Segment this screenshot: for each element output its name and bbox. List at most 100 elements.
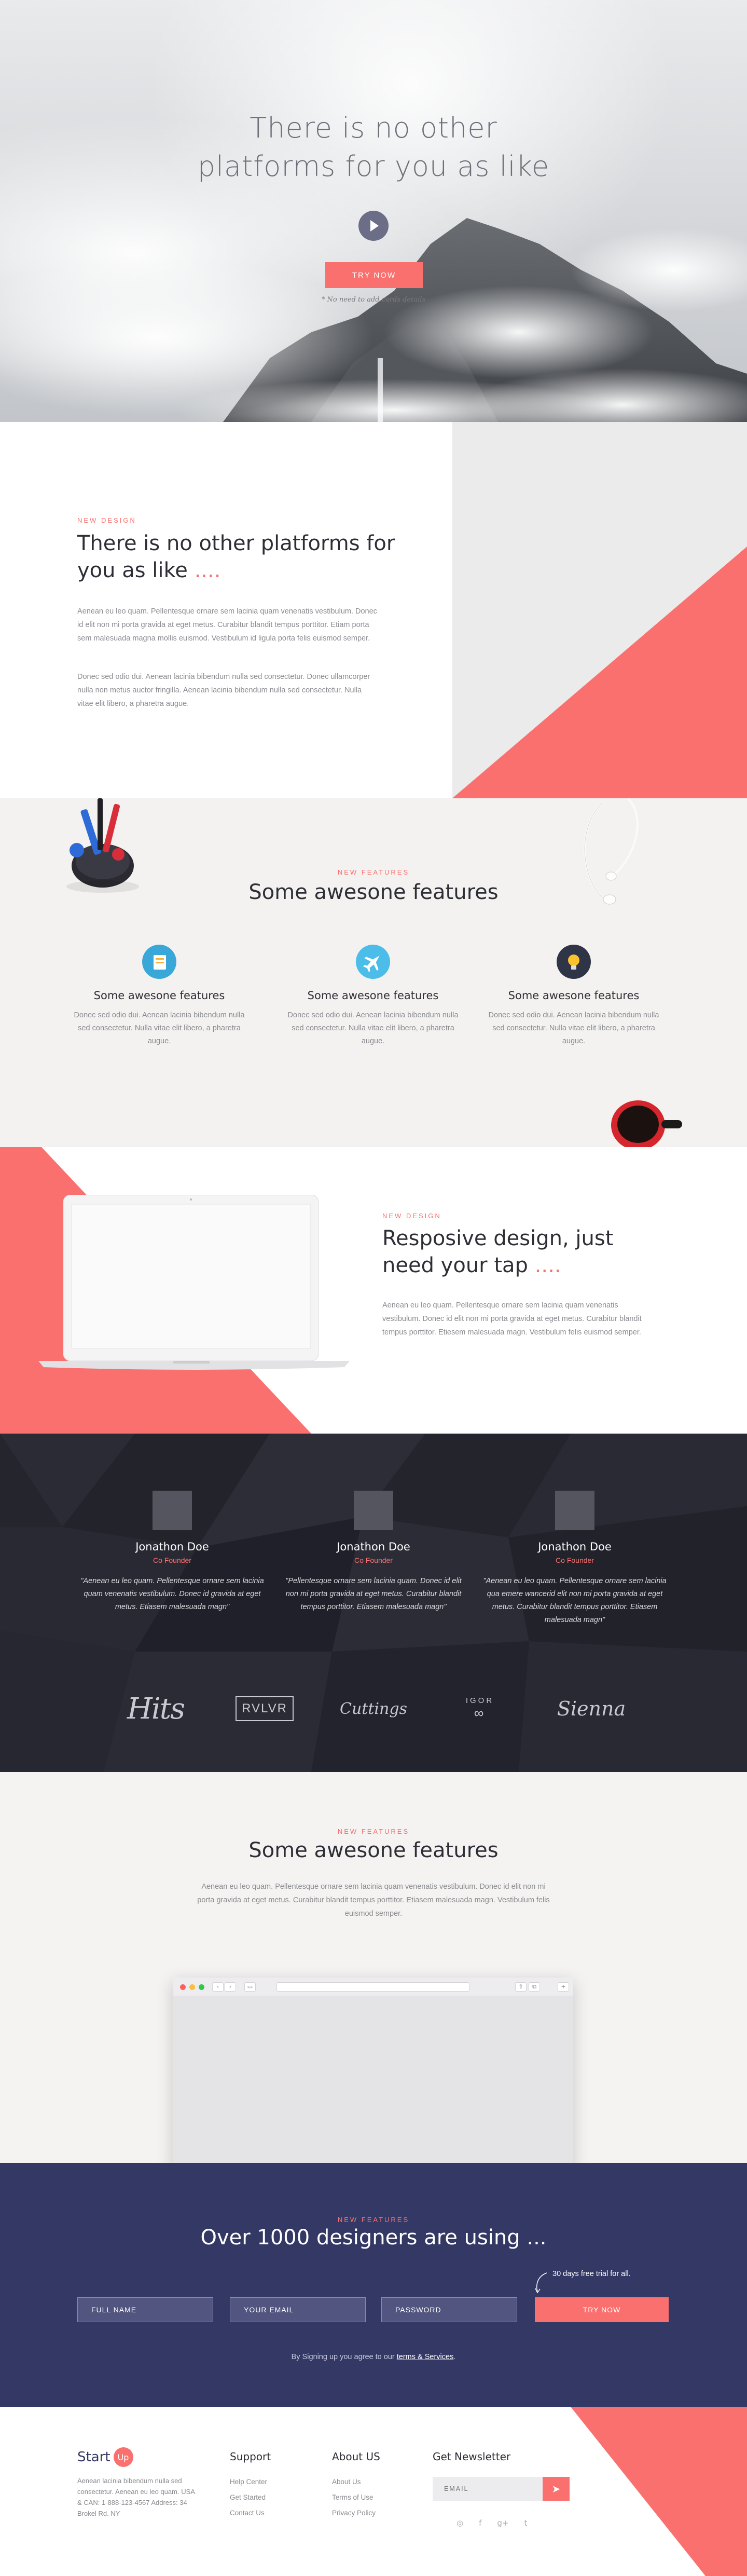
browser-preview-section: NEW FEATURES Some awesone features Aenea… bbox=[0, 1772, 747, 2163]
features-section: NEW FEATURES Some awesone features Some … bbox=[0, 798, 747, 1147]
email-input[interactable] bbox=[230, 2297, 366, 2322]
feature-title: Some awesone features bbox=[93, 989, 225, 1002]
google-plus-icon[interactable]: g+ bbox=[497, 2518, 508, 2528]
minimize-dot-icon bbox=[189, 1984, 195, 1990]
tabs-icon: ⧉ bbox=[529, 1982, 540, 1992]
testimonial-role: Co Founder bbox=[556, 1556, 594, 1564]
avatar bbox=[354, 1491, 393, 1530]
signup-kicker: NEW FEATURES bbox=[337, 2216, 410, 2224]
newsletter-email-input[interactable] bbox=[433, 2477, 543, 2501]
footer-newsletter-column: Get Newsletter bbox=[433, 2450, 510, 2474]
footer-about-column: About US About Us Terms of Use Privacy P… bbox=[332, 2450, 380, 2521]
responsive-title-text: Resposive design, just need your tap bbox=[382, 1226, 614, 1277]
avatar bbox=[153, 1491, 192, 1530]
forward-icon: › bbox=[225, 1982, 236, 1992]
design-title-dots: .... bbox=[194, 558, 221, 582]
laptop-image bbox=[38, 1195, 350, 1370]
new-tab-icon: + bbox=[558, 1982, 569, 1992]
send-icon: ➤ bbox=[551, 2483, 561, 2495]
testimonial-quote: "Aenean eu leo quam. Pellentesque ornare… bbox=[80, 1577, 264, 1611]
close-dot-icon bbox=[180, 1984, 186, 1990]
browser-toolbar: ‹ › ▭ ⇧ ⧉ + bbox=[173, 1978, 573, 1996]
newsletter-send-button[interactable]: ➤ bbox=[543, 2477, 570, 2501]
book-icon bbox=[142, 945, 176, 979]
testimonial-quote: "Aenean eu leo quam. Pellentesque ornare… bbox=[483, 1577, 667, 1624]
footer-column-title: About US bbox=[332, 2450, 380, 2463]
lightbulb-icon bbox=[557, 945, 591, 979]
testimonial-name: Jonathon Doe bbox=[538, 1541, 612, 1553]
footer-link-help-center[interactable]: Help Center bbox=[230, 2474, 271, 2490]
design-kicker: NEW DESIGN bbox=[77, 516, 136, 524]
newsletter-form: ➤ bbox=[433, 2477, 570, 2501]
testimonial-card: Jonathon Doe Co Founder "Pellentesque or… bbox=[280, 1491, 467, 1614]
design-title: There is no other platforms for you as l… bbox=[77, 530, 399, 584]
signup-try-now-button[interactable]: TRY NOW bbox=[535, 2297, 669, 2322]
footer-link-contact-us[interactable]: Contact Us bbox=[230, 2505, 271, 2521]
sidebar-icon: ▭ bbox=[244, 1982, 256, 1992]
footer-link-about-us[interactable]: About Us bbox=[332, 2474, 380, 2490]
responsive-section: NEW DESIGN Resposive design, just need y… bbox=[0, 1147, 747, 1434]
brand-logo[interactable]: Start Up bbox=[77, 2447, 133, 2467]
footer-column-title: Get Newsletter bbox=[433, 2450, 511, 2463]
hero-title-line2: platforms for you as like bbox=[197, 150, 550, 183]
testimonial-card: Jonathon Doe Co Founder "Aenean eu leo q… bbox=[79, 1491, 266, 1614]
back-icon: ‹ bbox=[212, 1982, 224, 1992]
hero-note: * No need to add cards details bbox=[321, 296, 426, 304]
feature-desc: Donec sed odio dui. Aenean lacinia biben… bbox=[74, 1011, 245, 1045]
try-now-button[interactable]: TRY NOW bbox=[325, 262, 423, 288]
design-title-text: There is no other platforms for you as l… bbox=[77, 531, 395, 582]
play-video-button[interactable] bbox=[358, 211, 389, 241]
maximize-dot-icon bbox=[199, 1984, 204, 1990]
dribbble-icon[interactable]: ◎ bbox=[457, 2518, 463, 2528]
address-bar bbox=[276, 1982, 469, 1992]
signup-title: Over 1000 designers are using ... bbox=[200, 2226, 547, 2250]
terms-link[interactable]: terms & Services bbox=[397, 2353, 454, 2361]
feature-desc: Donec sed odio dui. Aenean lacinia biben… bbox=[488, 1011, 659, 1045]
footer-link-get-started[interactable]: Get Started bbox=[230, 2490, 271, 2505]
curved-arrow-icon bbox=[535, 2272, 547, 2294]
feature-title: Some awesone features bbox=[508, 989, 640, 1002]
hero-section: There is no other platforms for you as l… bbox=[0, 0, 747, 422]
footer-link-terms[interactable]: Terms of Use bbox=[332, 2490, 380, 2505]
logo-cuttings: Cuttings bbox=[340, 1699, 407, 1718]
browser-title: Some awesone features bbox=[248, 1838, 499, 1862]
airplane-icon bbox=[356, 945, 390, 979]
design-paragraph-1: Aenean eu leo quam. Pellentesque ornare … bbox=[77, 607, 377, 643]
responsive-body: Aenean eu leo quam. Pellentesque ornare … bbox=[382, 1301, 642, 1337]
feature-title: Some awesone features bbox=[307, 989, 439, 1002]
design-paragraph-2: Donec sed odio dui. Aenean lacinia biben… bbox=[77, 673, 370, 708]
signup-section: NEW FEATURES Over 1000 designers are usi… bbox=[0, 2163, 747, 2407]
brand-mark-icon: Up bbox=[113, 2447, 133, 2467]
testimonial-role: Co Founder bbox=[354, 1556, 393, 1564]
browser-body: Aenean eu leo quam. Pellentesque ornare … bbox=[197, 1883, 550, 1918]
legal-text: By Signing up you agree to our bbox=[291, 2353, 395, 2361]
footer-graphic bbox=[571, 2407, 747, 2576]
footer-support-column: Support Help Center Get Started Contact … bbox=[230, 2450, 271, 2521]
client-logos: Hits RVLVR Cuttings IGOR ∞ Sienna bbox=[0, 1688, 747, 1729]
logo-rvlvr-text: RVLVR bbox=[236, 1696, 294, 1721]
responsive-title-dots: .... bbox=[534, 1253, 561, 1277]
feature-card: Some awesone features Donec sed odio dui… bbox=[71, 945, 247, 1048]
testimonial-quote: "Pellentesque ornare sem lacinia quam. D… bbox=[285, 1577, 462, 1611]
signup-legal: By Signing up you agree to our terms & S… bbox=[0, 2353, 747, 2361]
responsive-kicker: NEW DESIGN bbox=[382, 1212, 441, 1220]
footer-link-privacy[interactable]: Privacy Policy bbox=[332, 2505, 380, 2521]
responsive-title: Resposive design, just need your tap ...… bbox=[382, 1225, 652, 1279]
password-input[interactable] bbox=[381, 2297, 517, 2322]
features-title: Some awesone features bbox=[248, 880, 499, 904]
logo-rvlvr: RVLVR bbox=[233, 1688, 296, 1729]
facebook-icon[interactable]: f bbox=[479, 2518, 481, 2528]
full-name-input[interactable] bbox=[77, 2297, 213, 2322]
testimonials-section: Jonathon Doe Co Founder "Aenean eu leo q… bbox=[0, 1434, 747, 1772]
feature-card: Some awesone features Donec sed odio dui… bbox=[285, 945, 461, 1048]
browser-kicker: NEW FEATURES bbox=[337, 1828, 410, 1835]
footer-about: Aenean lacinia bibendum nulla sed consec… bbox=[77, 2477, 195, 2517]
hero-title-line1: There is no other bbox=[250, 112, 497, 144]
testimonial-role: Co Founder bbox=[153, 1556, 191, 1564]
footer-column-title: Support bbox=[230, 2450, 271, 2463]
hero-title: There is no other platforms for you as l… bbox=[0, 109, 747, 186]
twitter-icon[interactable]: t bbox=[524, 2518, 527, 2528]
feature-card: Some awesone features Donec sed odio dui… bbox=[486, 945, 662, 1048]
testimonial-name: Jonathon Doe bbox=[135, 1541, 209, 1553]
logo-hits: Hits bbox=[127, 1692, 185, 1726]
